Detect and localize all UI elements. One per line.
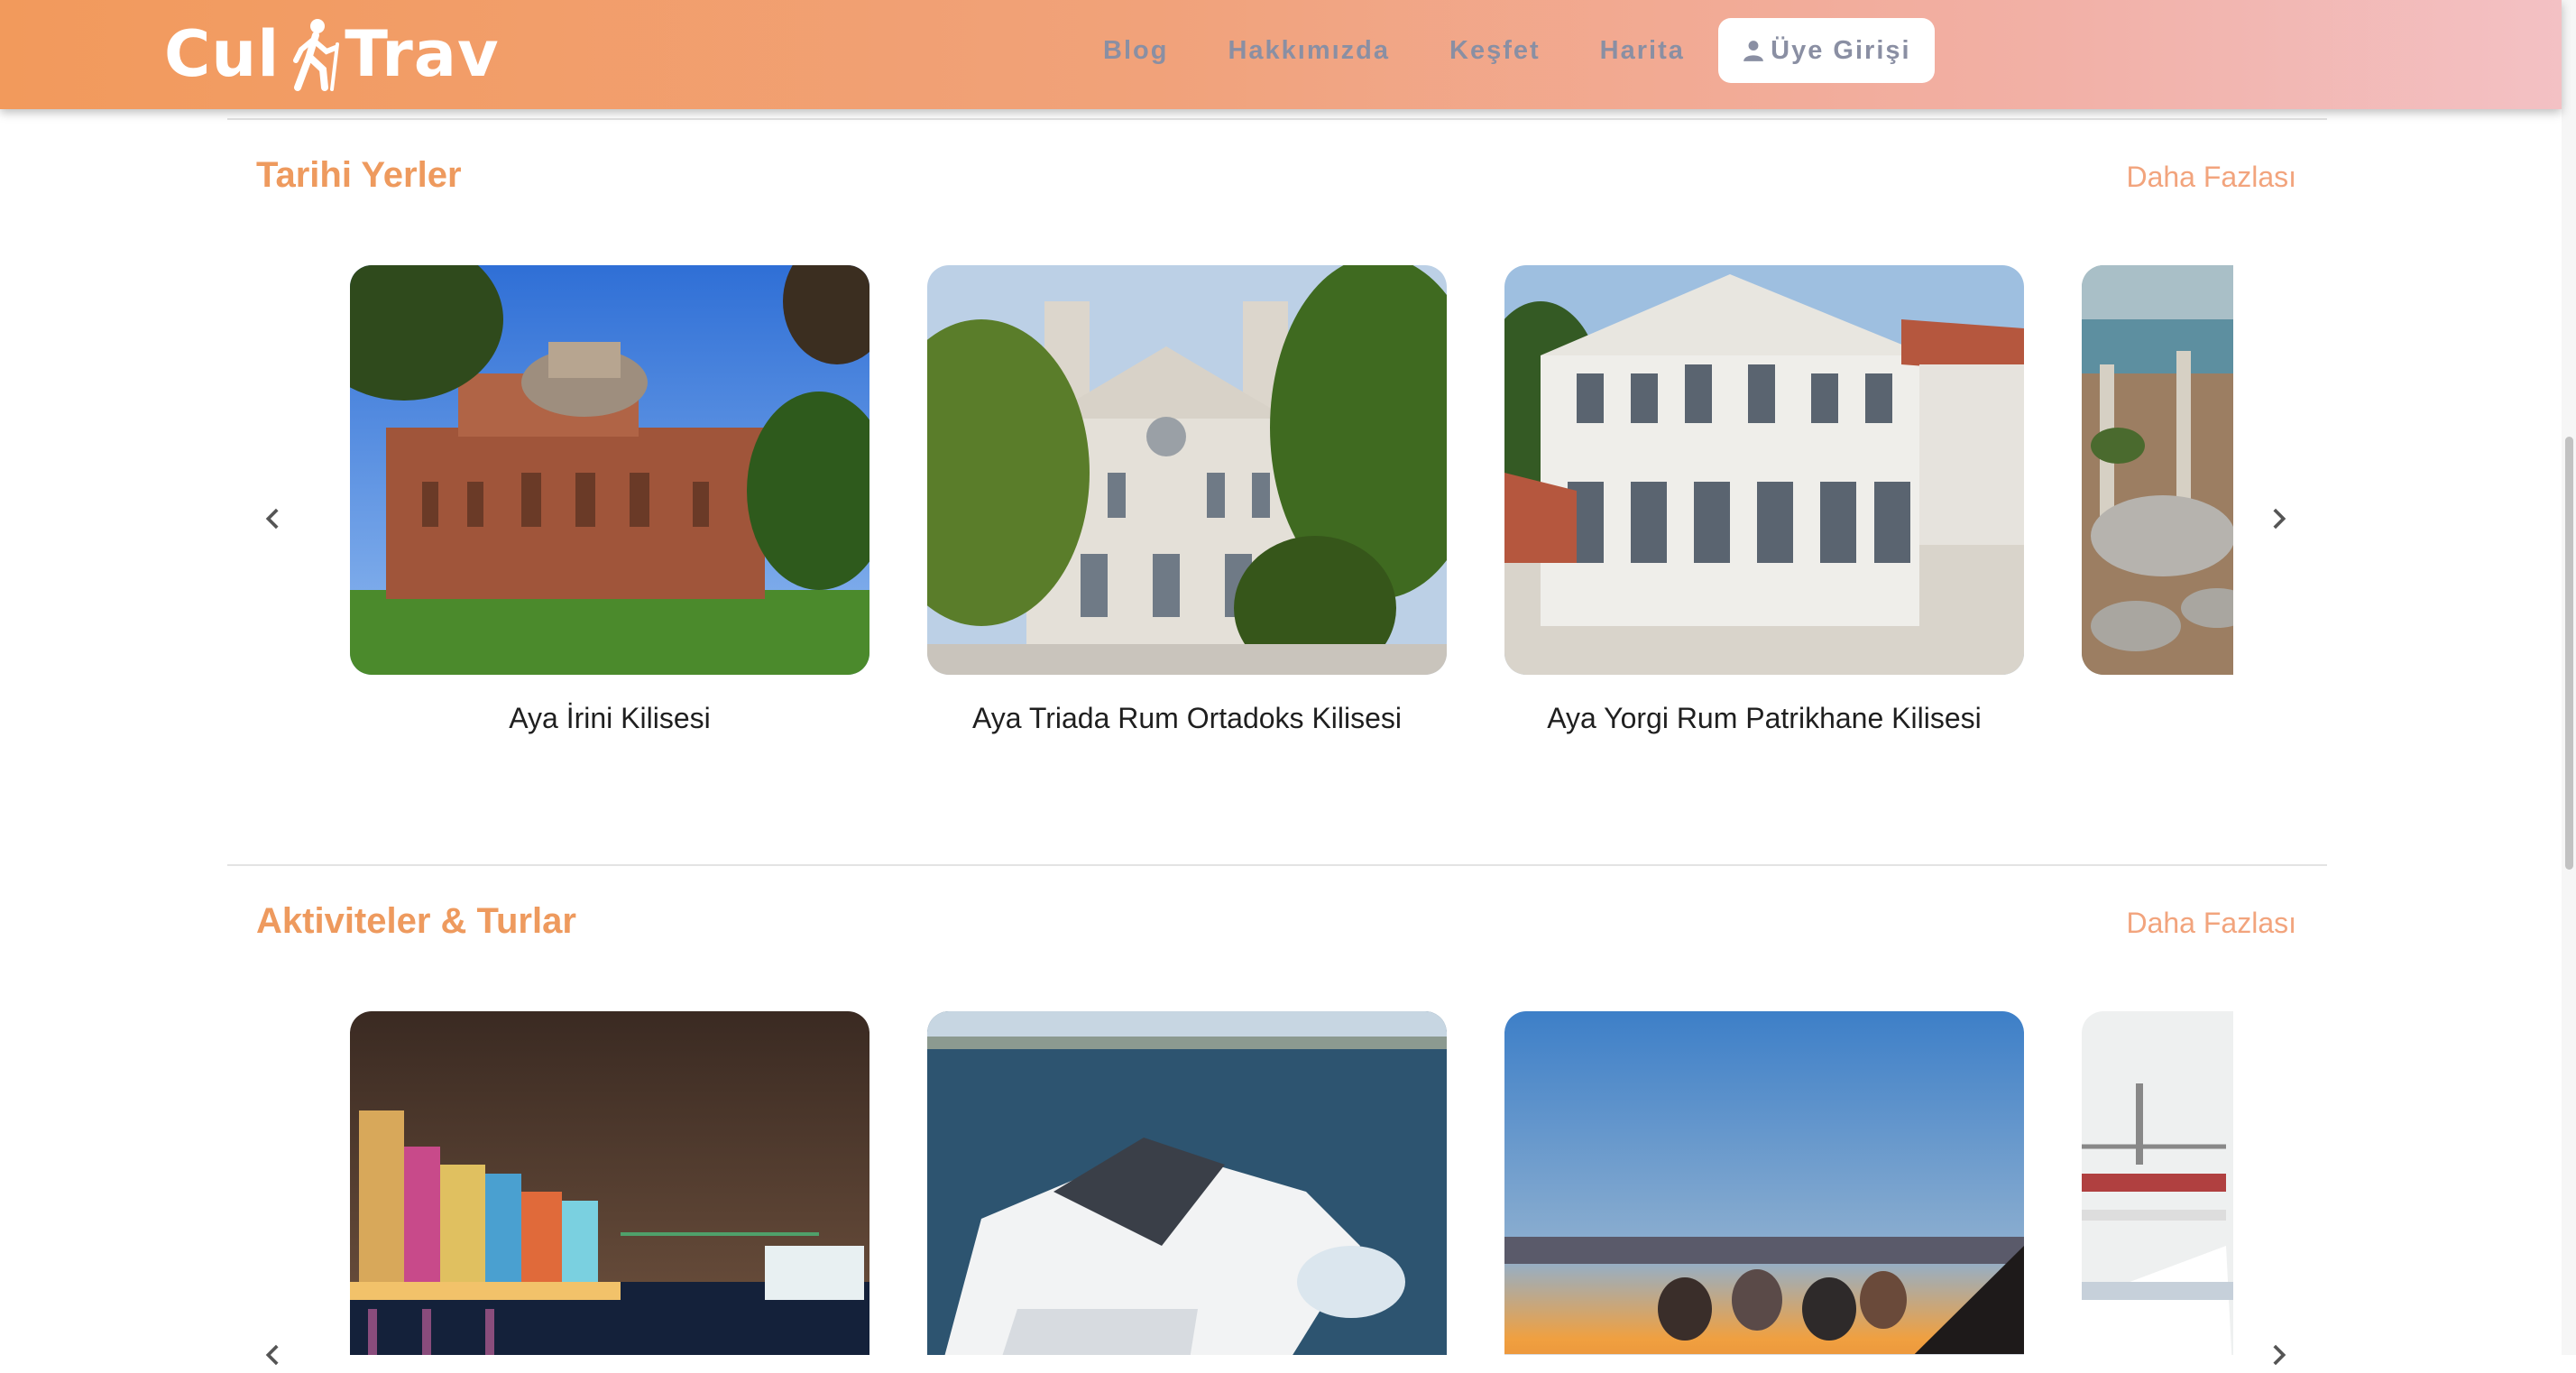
more-link-activities[interactable]: Daha Fazlası bbox=[2126, 907, 2296, 940]
section-divider bbox=[227, 118, 2327, 120]
carousel-next-button[interactable] bbox=[2260, 501, 2296, 537]
church-photo bbox=[927, 265, 1447, 675]
activity-card[interactable] bbox=[350, 1011, 869, 1355]
carousel-prev-button[interactable] bbox=[255, 501, 291, 537]
card-image[interactable] bbox=[1504, 265, 2024, 675]
mosque-photo bbox=[2082, 265, 2233, 675]
chevron-right-icon bbox=[2273, 1344, 2286, 1366]
historic-carousel: Aya İrini Kilisesi Aya Triada Rum Ortado… bbox=[350, 265, 2233, 770]
card-image[interactable] bbox=[2082, 265, 2233, 675]
section-divider bbox=[227, 864, 2327, 866]
activity-card[interactable] bbox=[1504, 1011, 2024, 1355]
section-title-historic: Tarihi Yerler bbox=[256, 155, 462, 195]
card-image[interactable] bbox=[350, 265, 869, 675]
place-card[interactable]: Aya Yorgi Rum Patrikhane Kilisesi bbox=[1504, 265, 2024, 735]
card-image[interactable] bbox=[350, 1011, 869, 1355]
logo-text-right: Trav bbox=[345, 17, 500, 91]
bridge-yacht-photo bbox=[2082, 1011, 2233, 1355]
main-nav: Blog Hakkımızda Keşfet Harita Üye Girişi bbox=[1073, 18, 1935, 83]
activity-card[interactable] bbox=[2082, 1011, 2233, 1355]
top-navbar: Cul Trav Blog Hakkımızda Keşfet Harita Ü… bbox=[0, 0, 2562, 109]
sunset-tour-photo bbox=[1504, 1011, 2024, 1355]
page-scrollbar[interactable] bbox=[2562, 0, 2576, 1355]
logo-text-left: Cul bbox=[164, 17, 281, 91]
church-photo bbox=[350, 265, 869, 675]
nav-item-explore[interactable]: Keşfet bbox=[1420, 18, 1570, 83]
carousel-next-button[interactable] bbox=[2260, 1337, 2296, 1373]
card-title[interactable]: Aya İrini Kilisesi bbox=[350, 702, 869, 735]
more-link-historic[interactable]: Daha Fazlası bbox=[2126, 161, 2296, 194]
card-title[interactable]: Aya Yorgi Rum Patrikhane Kilisesi bbox=[1504, 702, 2024, 735]
card-image[interactable] bbox=[927, 1011, 1447, 1355]
nav-item-about[interactable]: Hakkımızda bbox=[1198, 18, 1420, 83]
card-image[interactable] bbox=[2082, 1011, 2233, 1355]
brand-logo[interactable]: Cul Trav bbox=[164, 9, 500, 99]
chevron-left-icon bbox=[265, 1344, 279, 1366]
activities-carousel bbox=[350, 1011, 2233, 1355]
card-image[interactable] bbox=[927, 265, 1447, 675]
scrollbar-thumb[interactable] bbox=[2565, 437, 2573, 870]
nav-item-map[interactable]: Harita bbox=[1570, 18, 1715, 83]
night-city-photo bbox=[350, 1011, 869, 1355]
login-label: Üye Girişi bbox=[1771, 35, 1911, 65]
section-title-activities: Aktiviteler & Turlar bbox=[256, 901, 576, 941]
card-title[interactable]: Aya Triada Rum Ortadoks Kilisesi bbox=[927, 702, 1447, 735]
carousel-prev-button[interactable] bbox=[255, 1337, 291, 1373]
card-image[interactable] bbox=[1504, 1011, 2024, 1355]
nav-item-blog[interactable]: Blog bbox=[1073, 18, 1198, 83]
login-button[interactable]: Üye Girişi bbox=[1717, 18, 1935, 83]
activity-card[interactable] bbox=[927, 1011, 1447, 1355]
place-card[interactable] bbox=[2082, 265, 2233, 702]
user-icon bbox=[1743, 41, 1764, 61]
chevron-left-icon bbox=[265, 508, 279, 530]
building-photo bbox=[1504, 265, 2024, 675]
place-card[interactable]: Aya Triada Rum Ortadoks Kilisesi bbox=[927, 265, 1447, 735]
yacht-photo bbox=[927, 1011, 1447, 1355]
hiker-icon bbox=[293, 19, 340, 91]
chevron-right-icon bbox=[2273, 508, 2286, 530]
place-card[interactable]: Aya İrini Kilisesi bbox=[350, 265, 869, 735]
